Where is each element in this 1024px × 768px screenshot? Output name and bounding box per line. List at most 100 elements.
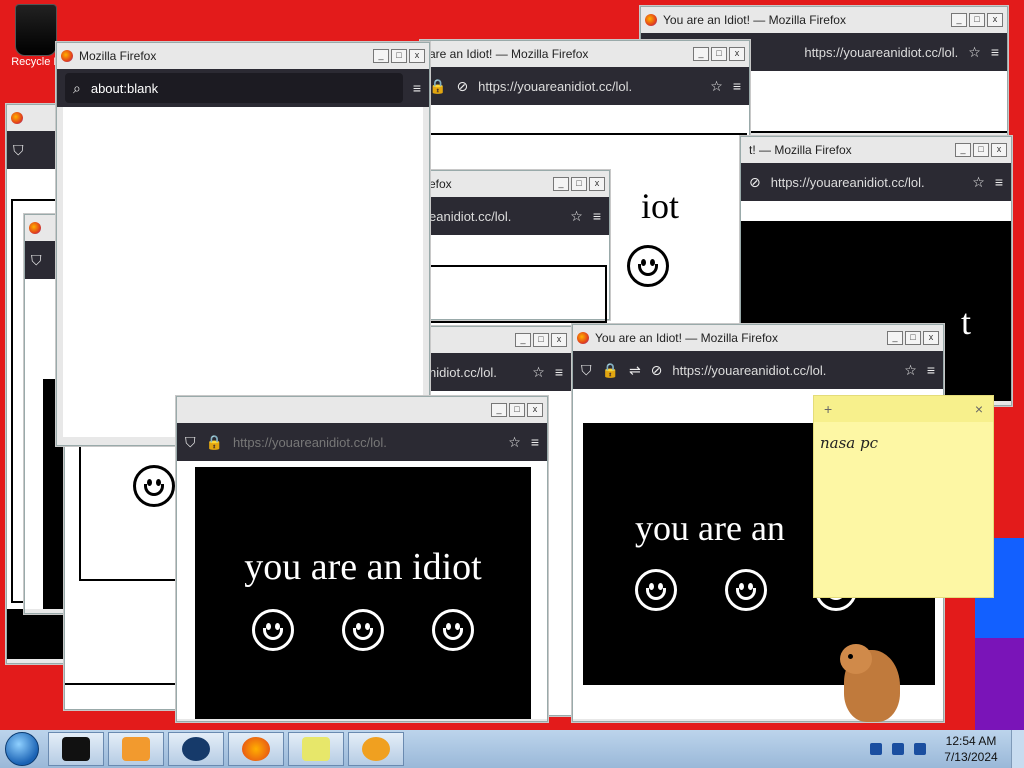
idiot-text: you are an idiot	[244, 546, 482, 588]
shield-icon: ⛉	[13, 141, 24, 158]
smiley-icon	[133, 465, 175, 507]
maximize-button[interactable]: □	[571, 177, 587, 191]
smiley-icon	[252, 609, 294, 651]
close-button[interactable]: x	[409, 49, 425, 63]
taskbar-media-player[interactable]	[108, 732, 164, 766]
desktop-purple-block	[975, 638, 1024, 730]
minimize-button[interactable]: _	[955, 143, 971, 157]
maximize-button[interactable]: □	[533, 333, 549, 347]
maximize-button[interactable]: □	[905, 331, 921, 345]
firefox-icon	[645, 14, 657, 26]
show-desktop-button[interactable]	[1011, 730, 1024, 768]
window-title: efox	[429, 177, 452, 191]
close-button[interactable]: x	[987, 13, 1003, 27]
sticky-note-text[interactable]: nasa pc	[814, 422, 993, 464]
firefox-window-left-bottom[interactable]	[64, 420, 195, 710]
maximize-button[interactable]: □	[391, 49, 407, 63]
add-note-button[interactable]: +	[824, 401, 832, 417]
close-button[interactable]: x	[527, 403, 543, 417]
minimize-button[interactable]: _	[515, 333, 531, 347]
permissions-icon: ⇌	[628, 361, 641, 378]
star-icon[interactable]: ☆	[508, 434, 521, 451]
taskbar-sticky-notes[interactable]	[288, 732, 344, 766]
minimize-button[interactable]: _	[553, 177, 569, 191]
url-bar[interactable]: eanidiot.cc/lol.	[429, 209, 560, 224]
clock[interactable]: 12:54 AM 7/13/2024	[931, 733, 1011, 765]
url-bar[interactable]: https://youareanidiot.cc/lol.	[478, 79, 700, 94]
menu-icon[interactable]: ≡	[995, 174, 1003, 190]
close-button[interactable]: x	[991, 143, 1007, 157]
url-bar[interactable]: https://youareanidiot.cc/lol.	[672, 363, 894, 378]
page-content	[63, 107, 423, 437]
taskbar-search[interactable]	[348, 732, 404, 766]
star-icon[interactable]: ☆	[968, 44, 981, 61]
taskbar: 12:54 AM 7/13/2024	[0, 730, 1024, 768]
star-icon[interactable]: ☆	[532, 364, 545, 381]
taskbar-cmd[interactable]	[48, 732, 104, 766]
minimize-button[interactable]: _	[951, 13, 967, 27]
minimize-button[interactable]: _	[887, 331, 903, 345]
maximize-button[interactable]: □	[973, 143, 989, 157]
window-title: You are an Idiot! — Mozilla Firefox	[595, 331, 778, 345]
maximize-button[interactable]: □	[711, 47, 727, 61]
clock-date: 7/13/2024	[944, 750, 998, 764]
window-title: t! — Mozilla Firefox	[749, 143, 852, 157]
firefox-icon	[11, 112, 23, 124]
firefox-icon	[577, 332, 589, 344]
firefox-icon	[29, 222, 41, 234]
close-button[interactable]: x	[589, 177, 605, 191]
url-bar[interactable]: https://youareanidiot.cc/lol.	[233, 435, 498, 450]
firefox-icon	[242, 737, 270, 761]
menu-icon[interactable]: ≡	[733, 78, 741, 94]
recycle-bin-icon	[15, 4, 57, 56]
window-title: are an Idiot! — Mozilla Firefox	[429, 47, 589, 61]
firefox-icon	[61, 50, 73, 62]
url-bar[interactable]: nidiot.cc/lol.	[429, 365, 522, 380]
tracking-icon: ⊘	[456, 77, 469, 94]
taskbar-globe[interactable]	[168, 732, 224, 766]
star-icon[interactable]: ☆	[972, 174, 985, 191]
url-bar[interactable]: ⌕ about:blank	[65, 73, 403, 103]
minimize-button[interactable]: _	[693, 47, 709, 61]
window-title: You are an Idiot! — Mozilla Firefox	[663, 13, 846, 27]
menu-icon[interactable]: ≡	[593, 208, 601, 224]
taskbar-firefox[interactable]	[228, 732, 284, 766]
page-content: you are an idiot	[195, 467, 531, 719]
cmd-icon	[62, 737, 90, 761]
close-button[interactable]: x	[729, 47, 745, 61]
menu-icon[interactable]: ≡	[413, 80, 421, 96]
star-icon[interactable]: ☆	[570, 208, 583, 225]
idiot-text-fragment: iot	[641, 186, 680, 226]
minimize-button[interactable]: _	[491, 403, 507, 417]
start-button[interactable]	[0, 731, 44, 767]
shield-icon: ⛉	[31, 251, 42, 268]
tray-icon[interactable]	[892, 743, 904, 755]
smiley-icon	[725, 569, 767, 611]
close-button[interactable]: x	[923, 331, 939, 345]
menu-icon[interactable]: ≡	[927, 362, 935, 378]
firefox-window-center-small[interactable]: efox _ □ x eanidiot.cc/lol. ☆ ≡	[420, 170, 610, 323]
url-text: about:blank	[90, 80, 159, 96]
maximize-button[interactable]: □	[509, 403, 525, 417]
idiot-text-fragment: t	[960, 302, 971, 342]
lock-icon: 🔒	[205, 433, 223, 450]
star-icon[interactable]: ☆	[710, 78, 723, 95]
close-button[interactable]: x	[551, 333, 567, 347]
close-note-button[interactable]: ×	[975, 401, 983, 417]
tray-icon[interactable]	[914, 743, 926, 755]
star-icon[interactable]: ☆	[904, 362, 917, 379]
tray-icon[interactable]	[870, 743, 882, 755]
url-bar[interactable]: https://youareanidiot.cc/lol.	[771, 175, 963, 190]
menu-icon[interactable]: ≡	[555, 364, 563, 380]
minimize-button[interactable]: _	[373, 49, 389, 63]
firefox-window-about-blank[interactable]: Mozilla Firefox _ □ x ⌕ about:blank ≡	[56, 42, 430, 446]
maximize-button[interactable]: □	[969, 13, 985, 27]
shield-icon: ⛉	[185, 433, 196, 450]
menu-icon[interactable]: ≡	[531, 434, 539, 450]
windows-orb-icon	[5, 732, 39, 766]
smiley-icon	[432, 609, 474, 651]
menu-icon[interactable]: ≡	[991, 44, 999, 60]
sticky-note[interactable]: + × nasa pc	[813, 395, 994, 598]
firefox-window-bottom-left[interactable]: _ □ x ⛉ 🔒 https://youareanidiot.cc/lol. ☆ ≡ yo…	[176, 396, 548, 722]
media-player-icon	[122, 737, 150, 761]
